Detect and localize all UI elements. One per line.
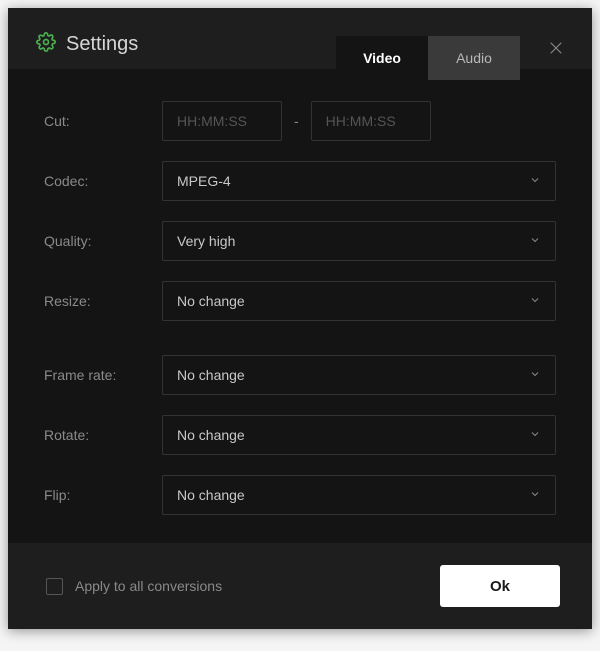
chevron-down-icon bbox=[529, 173, 541, 189]
row-resize: Resize: No change bbox=[44, 281, 556, 321]
resize-select[interactable]: No change bbox=[162, 281, 556, 321]
cut-to-input[interactable] bbox=[311, 101, 431, 141]
framerate-value: No change bbox=[177, 367, 245, 383]
flip-value: No change bbox=[177, 487, 245, 503]
chevron-down-icon bbox=[529, 427, 541, 443]
quality-value: Very high bbox=[177, 233, 235, 249]
dialog-header: Settings Video Audio bbox=[8, 8, 592, 69]
cut-field-wrap: - bbox=[162, 101, 556, 141]
tab-video[interactable]: Video bbox=[336, 36, 428, 80]
resize-value: No change bbox=[177, 293, 245, 309]
ok-button[interactable]: Ok bbox=[440, 565, 560, 607]
apply-all-label: Apply to all conversions bbox=[75, 578, 222, 594]
quality-select[interactable]: Very high bbox=[162, 221, 556, 261]
apply-all-checkbox-wrap[interactable]: Apply to all conversions bbox=[46, 578, 222, 595]
gear-icon bbox=[36, 32, 56, 57]
quality-label: Quality: bbox=[44, 233, 162, 249]
row-quality: Quality: Very high bbox=[44, 221, 556, 261]
chevron-down-icon bbox=[529, 293, 541, 309]
row-cut: Cut: - bbox=[44, 101, 556, 141]
resize-label: Resize: bbox=[44, 293, 162, 309]
row-flip: Flip: No change bbox=[44, 475, 556, 515]
chevron-down-icon bbox=[529, 233, 541, 249]
codec-select[interactable]: MPEG-4 bbox=[162, 161, 556, 201]
row-codec: Codec: MPEG-4 bbox=[44, 161, 556, 201]
codec-label: Codec: bbox=[44, 173, 162, 189]
close-icon bbox=[547, 39, 565, 57]
rotate-select[interactable]: No change bbox=[162, 415, 556, 455]
close-button[interactable] bbox=[542, 34, 570, 62]
cut-label: Cut: bbox=[44, 113, 162, 129]
chevron-down-icon bbox=[529, 367, 541, 383]
dialog-body: Cut: - Codec: MPEG-4 Quality: Very high … bbox=[8, 69, 592, 543]
flip-select[interactable]: No change bbox=[162, 475, 556, 515]
apply-all-checkbox[interactable] bbox=[46, 578, 63, 595]
page-title: Settings bbox=[66, 33, 138, 56]
title-wrap: Settings bbox=[36, 32, 138, 57]
row-framerate: Frame rate: No change bbox=[44, 355, 556, 395]
flip-label: Flip: bbox=[44, 487, 162, 503]
settings-dialog: Settings Video Audio Cut: - Codec: MPE bbox=[8, 8, 592, 629]
chevron-down-icon bbox=[529, 487, 541, 503]
tabs: Video Audio bbox=[336, 36, 520, 80]
cut-from-input[interactable] bbox=[162, 101, 282, 141]
row-rotate: Rotate: No change bbox=[44, 415, 556, 455]
framerate-label: Frame rate: bbox=[44, 367, 162, 383]
rotate-label: Rotate: bbox=[44, 427, 162, 443]
rotate-value: No change bbox=[177, 427, 245, 443]
tab-audio[interactable]: Audio bbox=[428, 36, 520, 80]
framerate-select[interactable]: No change bbox=[162, 355, 556, 395]
dialog-footer: Apply to all conversions Ok bbox=[8, 543, 592, 629]
codec-value: MPEG-4 bbox=[177, 173, 231, 189]
cut-separator: - bbox=[294, 113, 299, 129]
